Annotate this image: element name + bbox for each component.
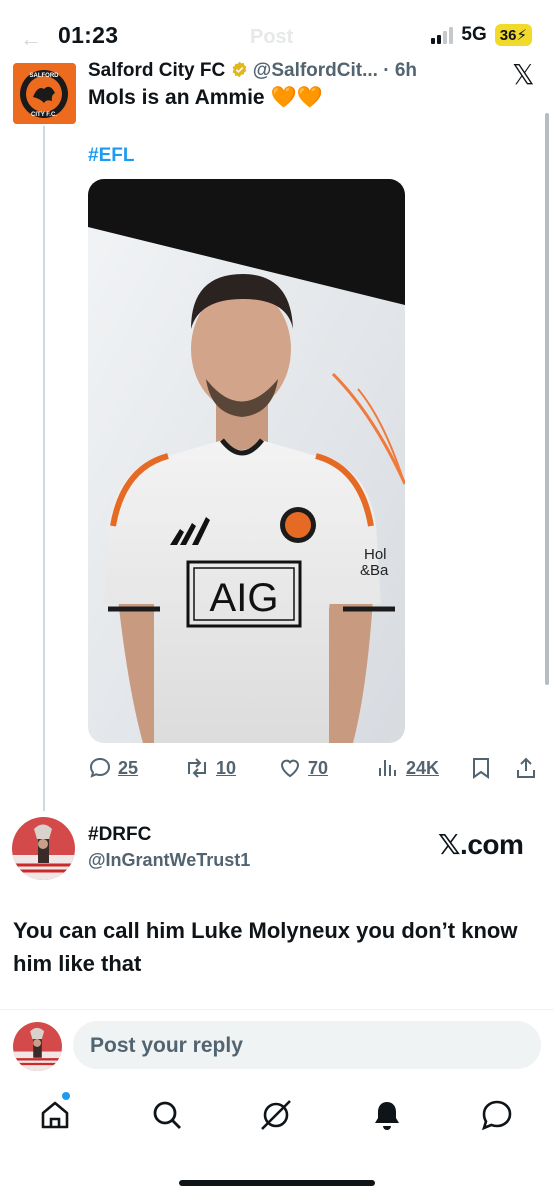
like-action[interactable]: 70	[278, 756, 328, 780]
repost-action[interactable]: 10	[184, 756, 236, 780]
page-title: Post	[250, 26, 294, 48]
bookmark-icon	[473, 758, 489, 779]
sleeve-text-1: Hol	[364, 546, 387, 563]
signal-icon	[431, 26, 454, 44]
reply-author-name: #DRFC	[88, 824, 152, 845]
club-avatar[interactable]: SALFORD CITY F.C.	[13, 63, 76, 124]
verified-badge-icon	[232, 61, 246, 78]
notifications-icon[interactable]	[370, 1098, 404, 1132]
home-indicator[interactable]	[179, 1180, 375, 1186]
author-handle-time: @SalfordCit... · 6h	[252, 60, 417, 81]
home-icon[interactable]	[38, 1098, 72, 1132]
reply-count: 25	[118, 757, 139, 778]
reply-placeholder: Post your reply	[90, 1034, 243, 1057]
heart-icon	[280, 759, 300, 778]
reply-icon	[89, 757, 111, 778]
tweet-text: Mols is an Ammie 🧡🧡	[88, 86, 323, 109]
reply-action[interactable]: 25	[88, 756, 138, 780]
battery-icon: 36⚡	[494, 24, 532, 46]
svg-text:CITY F.C.: CITY F.C.	[31, 112, 57, 118]
own-avatar[interactable]	[13, 1022, 62, 1071]
scrollbar[interactable]	[545, 113, 549, 685]
reply-text: You can call him Luke Molyneux you don’t…	[13, 918, 518, 976]
tweet-author[interactable]: Salford City FC @SalfordCit... · 6h	[88, 60, 417, 82]
status-indicators: 5G 36⚡	[431, 24, 532, 46]
user-avatar[interactable]	[12, 817, 75, 880]
user-avatar-image	[12, 817, 75, 880]
x-logo-icon[interactable]: 𝕏	[512, 58, 535, 91]
tweet-actions: 25 10 70 24K	[88, 756, 538, 782]
network-label: 5G	[461, 24, 487, 45]
thread-line	[43, 126, 45, 811]
player-photo: AIG Hol &Ba	[88, 179, 405, 743]
search-icon[interactable]	[150, 1098, 184, 1132]
x-watermark: 𝕏.com	[438, 829, 524, 860]
repost-count: 10	[216, 757, 237, 778]
views-action[interactable]: 24K	[376, 756, 439, 780]
views-count: 24K	[406, 757, 440, 778]
divider	[0, 1009, 554, 1010]
messages-icon[interactable]	[480, 1098, 514, 1132]
author-name: Salford City FC	[88, 60, 226, 81]
reply-input[interactable]: Post your reply	[73, 1021, 541, 1069]
sleeve-text-2: &Ba	[360, 562, 389, 579]
share-icon	[517, 757, 535, 778]
views-icon	[379, 760, 396, 776]
svg-text:SALFORD: SALFORD	[30, 73, 60, 79]
grok-icon[interactable]	[259, 1098, 293, 1132]
back-arrow-icon[interactable]: ←	[20, 26, 42, 52]
share-action[interactable]	[515, 756, 537, 780]
repost-icon	[188, 758, 206, 778]
sponsor-text: AIG	[210, 576, 279, 620]
hashtag-link[interactable]: #EFL	[88, 145, 134, 167]
status-time: 01:23	[58, 22, 119, 48]
club-crest-icon: SALFORD CITY F.C.	[13, 63, 76, 124]
own-avatar-image	[13, 1022, 62, 1071]
bookmark-action[interactable]	[470, 756, 492, 780]
battery-level: 36	[499, 27, 517, 44]
tweet-media-image[interactable]: AIG Hol &Ba	[88, 179, 405, 743]
reply-author-handle: @InGrantWeTrust1	[88, 850, 251, 870]
like-count: 70	[308, 757, 329, 778]
